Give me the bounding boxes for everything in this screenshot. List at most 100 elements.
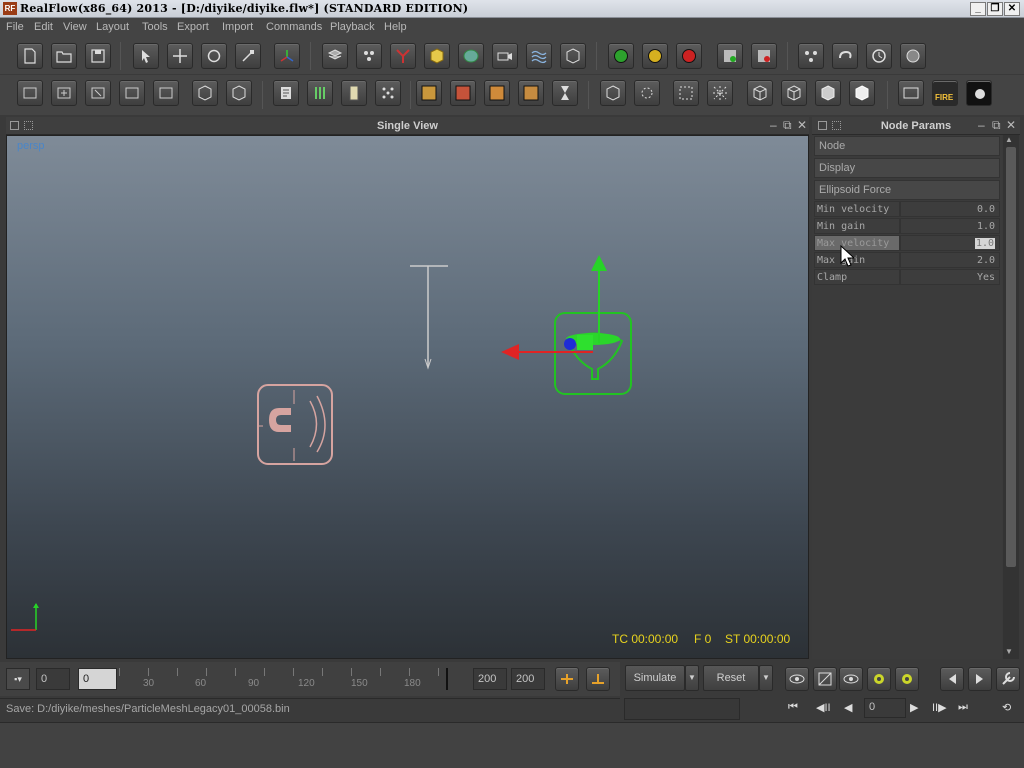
mesh-button[interactable] — [458, 43, 484, 69]
menu-commands[interactable]: Commands — [266, 21, 322, 33]
menu-help[interactable]: Help — [384, 21, 407, 33]
move-button[interactable] — [167, 43, 193, 69]
shading-4-button[interactable] — [849, 80, 875, 106]
menu-playback[interactable]: Playback — [330, 21, 375, 33]
maxwell-button[interactable] — [966, 80, 992, 106]
panel-restore-icon[interactable]: ⧉ — [992, 118, 1001, 133]
param-row-min-gain[interactable]: Min gain 1.0 — [814, 218, 1000, 234]
node-view-4-button[interactable] — [707, 80, 733, 106]
link-button[interactable] — [832, 43, 858, 69]
play-back-icon[interactable]: ◀ — [844, 701, 852, 714]
menu-edit[interactable]: Edit — [34, 21, 53, 33]
menu-file[interactable]: File — [6, 21, 24, 33]
save-file-button[interactable] — [85, 43, 111, 69]
transform-remove-button[interactable] — [85, 80, 111, 106]
view-eye-1-button[interactable] — [785, 667, 809, 691]
timeline-options-dropdown[interactable]: ▪▾ — [6, 668, 30, 690]
param-value[interactable]: Yes — [900, 269, 1000, 285]
save-green-button[interactable] — [717, 43, 743, 69]
transform-reset-button[interactable] — [153, 80, 179, 106]
dots-button[interactable] — [375, 80, 401, 106]
param-row-clamp[interactable]: Clamp Yes — [814, 269, 1000, 285]
brain-button[interactable] — [900, 43, 926, 69]
ruler-button[interactable] — [341, 80, 367, 106]
new-file-button[interactable] — [17, 43, 43, 69]
next-key-button[interactable] — [968, 667, 992, 691]
menu-tools[interactable]: Tools — [142, 21, 168, 33]
simulate-red-button[interactable] — [676, 43, 702, 69]
rotate-button[interactable] — [201, 43, 227, 69]
script-button[interactable] — [273, 80, 299, 106]
step-back-icon[interactable]: ◀II — [816, 701, 831, 714]
minimize-button[interactable]: _ — [970, 2, 986, 16]
end-frame-field[interactable]: 200 — [473, 668, 507, 690]
start-frame-field[interactable]: 0 — [36, 668, 70, 690]
node-view-2-button[interactable] — [634, 80, 660, 106]
play-forward-icon[interactable]: ▶ — [910, 701, 918, 714]
panel-minimize-icon[interactable]: – — [978, 118, 985, 132]
particles-button[interactable] — [356, 43, 382, 69]
panel-minimize-icon[interactable]: – — [770, 118, 777, 132]
loop-icon[interactable]: ⟲ — [1002, 701, 1011, 714]
layer-button[interactable] — [17, 80, 43, 106]
cube-button[interactable] — [424, 43, 450, 69]
go-end-icon[interactable]: ⏭ — [958, 701, 968, 714]
tools-button[interactable] — [996, 667, 1020, 691]
node-view-3-button[interactable] — [673, 80, 699, 106]
ellipsoid-force-daemon[interactable] — [501, 255, 632, 395]
transform-link-button[interactable] — [119, 80, 145, 106]
gear-1-button[interactable] — [867, 667, 891, 691]
texture-4-button[interactable] — [518, 80, 544, 106]
camera-button[interactable] — [492, 43, 518, 69]
menu-import[interactable]: Import — [222, 21, 253, 33]
max-frame-field[interactable]: 200 — [511, 668, 545, 690]
param-value[interactable]: 0.0 — [900, 201, 1000, 217]
waves-button[interactable] — [526, 43, 552, 69]
current-frame-field[interactable]: 0 — [78, 668, 117, 690]
simulate-green-button[interactable] — [608, 43, 634, 69]
transform-add-button[interactable] — [51, 80, 77, 106]
key-button[interactable] — [555, 667, 579, 691]
panel-close-icon[interactable]: ✕ — [797, 118, 807, 132]
reset-button[interactable]: Reset — [703, 665, 759, 691]
timeline-end-marker[interactable] — [446, 668, 448, 690]
scrollbar-thumb[interactable] — [1006, 147, 1016, 567]
scroll-up-icon[interactable]: ▲ — [1005, 135, 1013, 144]
render-button[interactable] — [898, 80, 924, 106]
texture-3-button[interactable] — [484, 80, 510, 106]
param-value[interactable]: 1.0 — [900, 235, 1000, 251]
param-row-min-velocity[interactable]: Min velocity 0.0 — [814, 201, 1000, 217]
magnet-daemon[interactable] — [257, 384, 333, 465]
node-params-scrollbar[interactable]: ▲ ▼ — [1003, 135, 1019, 659]
param-value[interactable]: 2.0 — [900, 252, 1000, 268]
gear-2-button[interactable] — [895, 667, 919, 691]
open-file-button[interactable] — [51, 43, 77, 69]
simulate-yellow-button[interactable] — [642, 43, 668, 69]
timeline-ruler[interactable]: 30 60 90 120 150 180 — [119, 668, 469, 690]
simulate-dropdown-icon[interactable]: ▼ — [685, 665, 699, 691]
simulate-button[interactable]: Simulate — [625, 665, 685, 691]
hourglass-button[interactable] — [552, 80, 578, 106]
frame-input[interactable]: 0 — [864, 698, 906, 718]
node-view-1-button[interactable] — [600, 80, 626, 106]
texture-1-button[interactable] — [416, 80, 442, 106]
shading-1-button[interactable] — [747, 80, 773, 106]
object-button[interactable] — [322, 43, 348, 69]
key-set-button[interactable] — [586, 667, 610, 691]
grid-box-button[interactable] — [560, 43, 586, 69]
scroll-down-icon[interactable]: ▼ — [1005, 647, 1013, 656]
shading-3-button[interactable] — [815, 80, 841, 106]
close-button[interactable]: ✕ — [1004, 2, 1020, 16]
prev-key-button[interactable] — [940, 667, 964, 691]
box-edit-button[interactable] — [192, 80, 218, 106]
fire-button[interactable]: FIRE — [932, 80, 958, 106]
select-button[interactable] — [133, 43, 159, 69]
graph-button[interactable] — [813, 667, 837, 691]
param-value-selected[interactable]: 1.0 — [974, 238, 995, 249]
axis-button[interactable] — [274, 43, 300, 69]
maximize-button[interactable]: ❐ — [987, 2, 1003, 16]
section-display[interactable]: Display — [814, 158, 1000, 178]
scale-button[interactable] — [235, 43, 261, 69]
view-eye-2-button[interactable] — [839, 667, 863, 691]
panel-restore-icon[interactable]: ⧉ — [783, 118, 792, 133]
